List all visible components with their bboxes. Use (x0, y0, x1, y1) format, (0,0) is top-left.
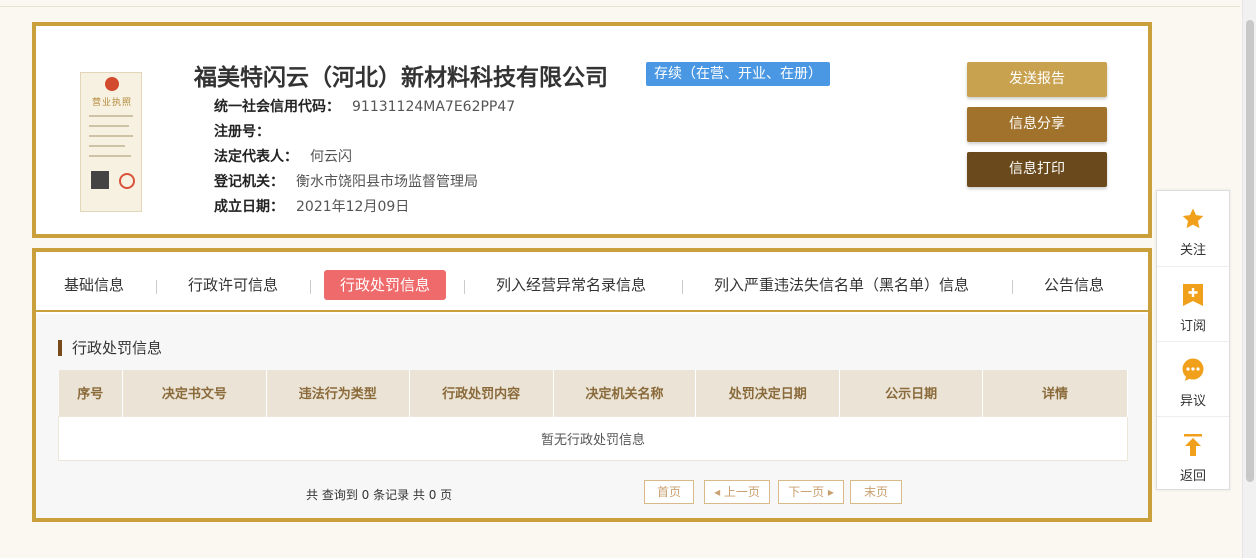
col-penalty-content: 行政处罚内容 (409, 370, 554, 416)
col-authority-name: 决定机关名称 (553, 370, 697, 416)
tab-admin-license[interactable]: 行政许可信息 (188, 270, 278, 300)
seal-icon (119, 173, 135, 189)
share-info-button[interactable]: 信息分享 (967, 107, 1107, 142)
tab-abnormal-operation[interactable]: 列入经营异常名录信息 (496, 270, 646, 300)
speech-bubble-icon (1182, 358, 1204, 381)
established-date-label: 成立日期： (214, 199, 284, 215)
first-page-button[interactable]: 首页 (644, 480, 694, 504)
tab-separator (310, 280, 311, 294)
next-page-button[interactable]: 下一页 ▸ (778, 480, 844, 504)
col-index: 序号 (58, 370, 123, 416)
established-date-value: 2021年12月09日 (296, 199, 410, 215)
license-text-line (89, 155, 131, 157)
license-title: 营业执照 (91, 98, 132, 108)
tab-announcement[interactable]: 公告信息 (1044, 270, 1104, 300)
national-emblem-icon (105, 77, 119, 91)
back-label: 返回 (1179, 469, 1206, 484)
license-text-line (89, 115, 133, 117)
prev-page-button[interactable]: ◂ 上一页 (704, 480, 770, 504)
subscribe-label: 订阅 (1179, 319, 1206, 334)
penalty-table: 序号 决定书文号 违法行为类型 行政处罚内容 决定机关名称 处罚决定日期 公示日… (58, 370, 1128, 461)
credit-code-value: 91131124MA7E62PP47 (352, 99, 516, 115)
objection-label: 异议 (1179, 394, 1206, 409)
license-text-line (89, 135, 133, 137)
reg-authority-value: 衡水市饶阳县市场监督管理局 (296, 174, 478, 190)
star-icon (1182, 208, 1204, 229)
col-violation-type: 违法行为类型 (266, 370, 410, 416)
send-report-button[interactable]: 发送报告 (967, 62, 1107, 97)
tab-separator (156, 280, 157, 294)
legal-rep-label: 法定代表人： (214, 149, 298, 165)
prev-page-label: 上一页 (723, 485, 760, 499)
license-text-line (89, 125, 129, 127)
credit-code-row: 统一社会信用代码： 91131124MA7E62PP47 (214, 96, 515, 116)
license-text-line (89, 145, 125, 147)
follow-label: 关注 (1179, 243, 1206, 258)
credit-code-label: 统一社会信用代码： (214, 99, 340, 115)
table-header-row: 序号 决定书文号 违法行为类型 行政处罚内容 决定机关名称 处罚决定日期 公示日… (58, 370, 1128, 416)
tab-separator (682, 280, 683, 294)
content-card: 基础信息 行政许可信息 行政处罚信息 列入经营异常名录信息 列入严重违法失信名单… (32, 248, 1152, 522)
next-page-label: 下一页 (788, 485, 825, 499)
company-name: 福美特闪云（河北）新材料科技有限公司 (194, 65, 608, 91)
tab-bar: 基础信息 行政许可信息 行政处罚信息 列入经营异常名录信息 列入严重违法失信名单… (36, 252, 1148, 312)
legal-rep-value: 何云闪 (310, 149, 352, 165)
company-header-card: 营业执照 福美特闪云（河北）新材料科技有限公司 存续（在营、开业、在册） 统一社… (32, 22, 1152, 238)
reg-authority-row: 登记机关： 衡水市饶阳县市场监督管理局 (214, 171, 478, 191)
qr-code-icon (91, 171, 109, 189)
legal-rep-row: 法定代表人： 何云闪 (214, 146, 352, 166)
reg-number-label: 注册号： (214, 124, 270, 140)
top-divider (0, 6, 1240, 7)
reg-number-row: 注册号： (214, 121, 282, 141)
status-badge: 存续（在营、开业、在册） (646, 62, 830, 86)
established-date-row: 成立日期： 2021年12月09日 (214, 196, 409, 216)
pagination-summary: 共 查询到 0 条记录 共 0 页 (306, 488, 453, 502)
follow-button[interactable]: 关注 (1157, 191, 1229, 266)
caret-right-icon: ▸ (824, 485, 834, 499)
col-decision-number: 决定书文号 (122, 370, 267, 416)
table-row: 暂无行政处罚信息 (58, 415, 1128, 461)
page-scrollbar[interactable] (1242, 0, 1256, 558)
col-publish-date: 公示日期 (839, 370, 984, 416)
col-details: 详情 (982, 370, 1128, 416)
plus-bookmark-icon (1183, 284, 1203, 306)
reg-authority-label: 登记机关： (214, 174, 284, 190)
tab-separator (1012, 280, 1013, 294)
business-license-image[interactable]: 营业执照 (80, 72, 142, 212)
scrollbar-thumb[interactable] (1246, 20, 1254, 482)
tab-separator (464, 280, 465, 294)
floating-sidebar: 关注 订阅 异议 返回 (1156, 190, 1230, 490)
last-page-button[interactable]: 末页 (850, 480, 902, 504)
caret-left-icon: ◂ (714, 485, 724, 499)
col-decision-date: 处罚决定日期 (695, 370, 841, 416)
objection-button[interactable]: 异议 (1157, 341, 1229, 416)
section-title: 行政处罚信息 (58, 340, 162, 356)
tab-basic-info[interactable]: 基础信息 (64, 270, 124, 300)
back-to-top-button[interactable]: 返回 (1157, 416, 1229, 491)
subscribe-button[interactable]: 订阅 (1157, 266, 1229, 341)
print-info-button[interactable]: 信息打印 (967, 152, 1107, 187)
tab-blacklist[interactable]: 列入严重违法失信名单（黑名单）信息 (714, 270, 969, 300)
tab-admin-penalty[interactable]: 行政处罚信息 (324, 270, 447, 300)
penalty-panel: 行政处罚信息 序号 决定书文号 违法行为类型 行政处罚内容 决定机关名称 处罚决… (36, 314, 1148, 518)
empty-message: 暂无行政处罚信息 (58, 415, 1128, 461)
arrow-up-to-top-icon (1184, 434, 1202, 456)
